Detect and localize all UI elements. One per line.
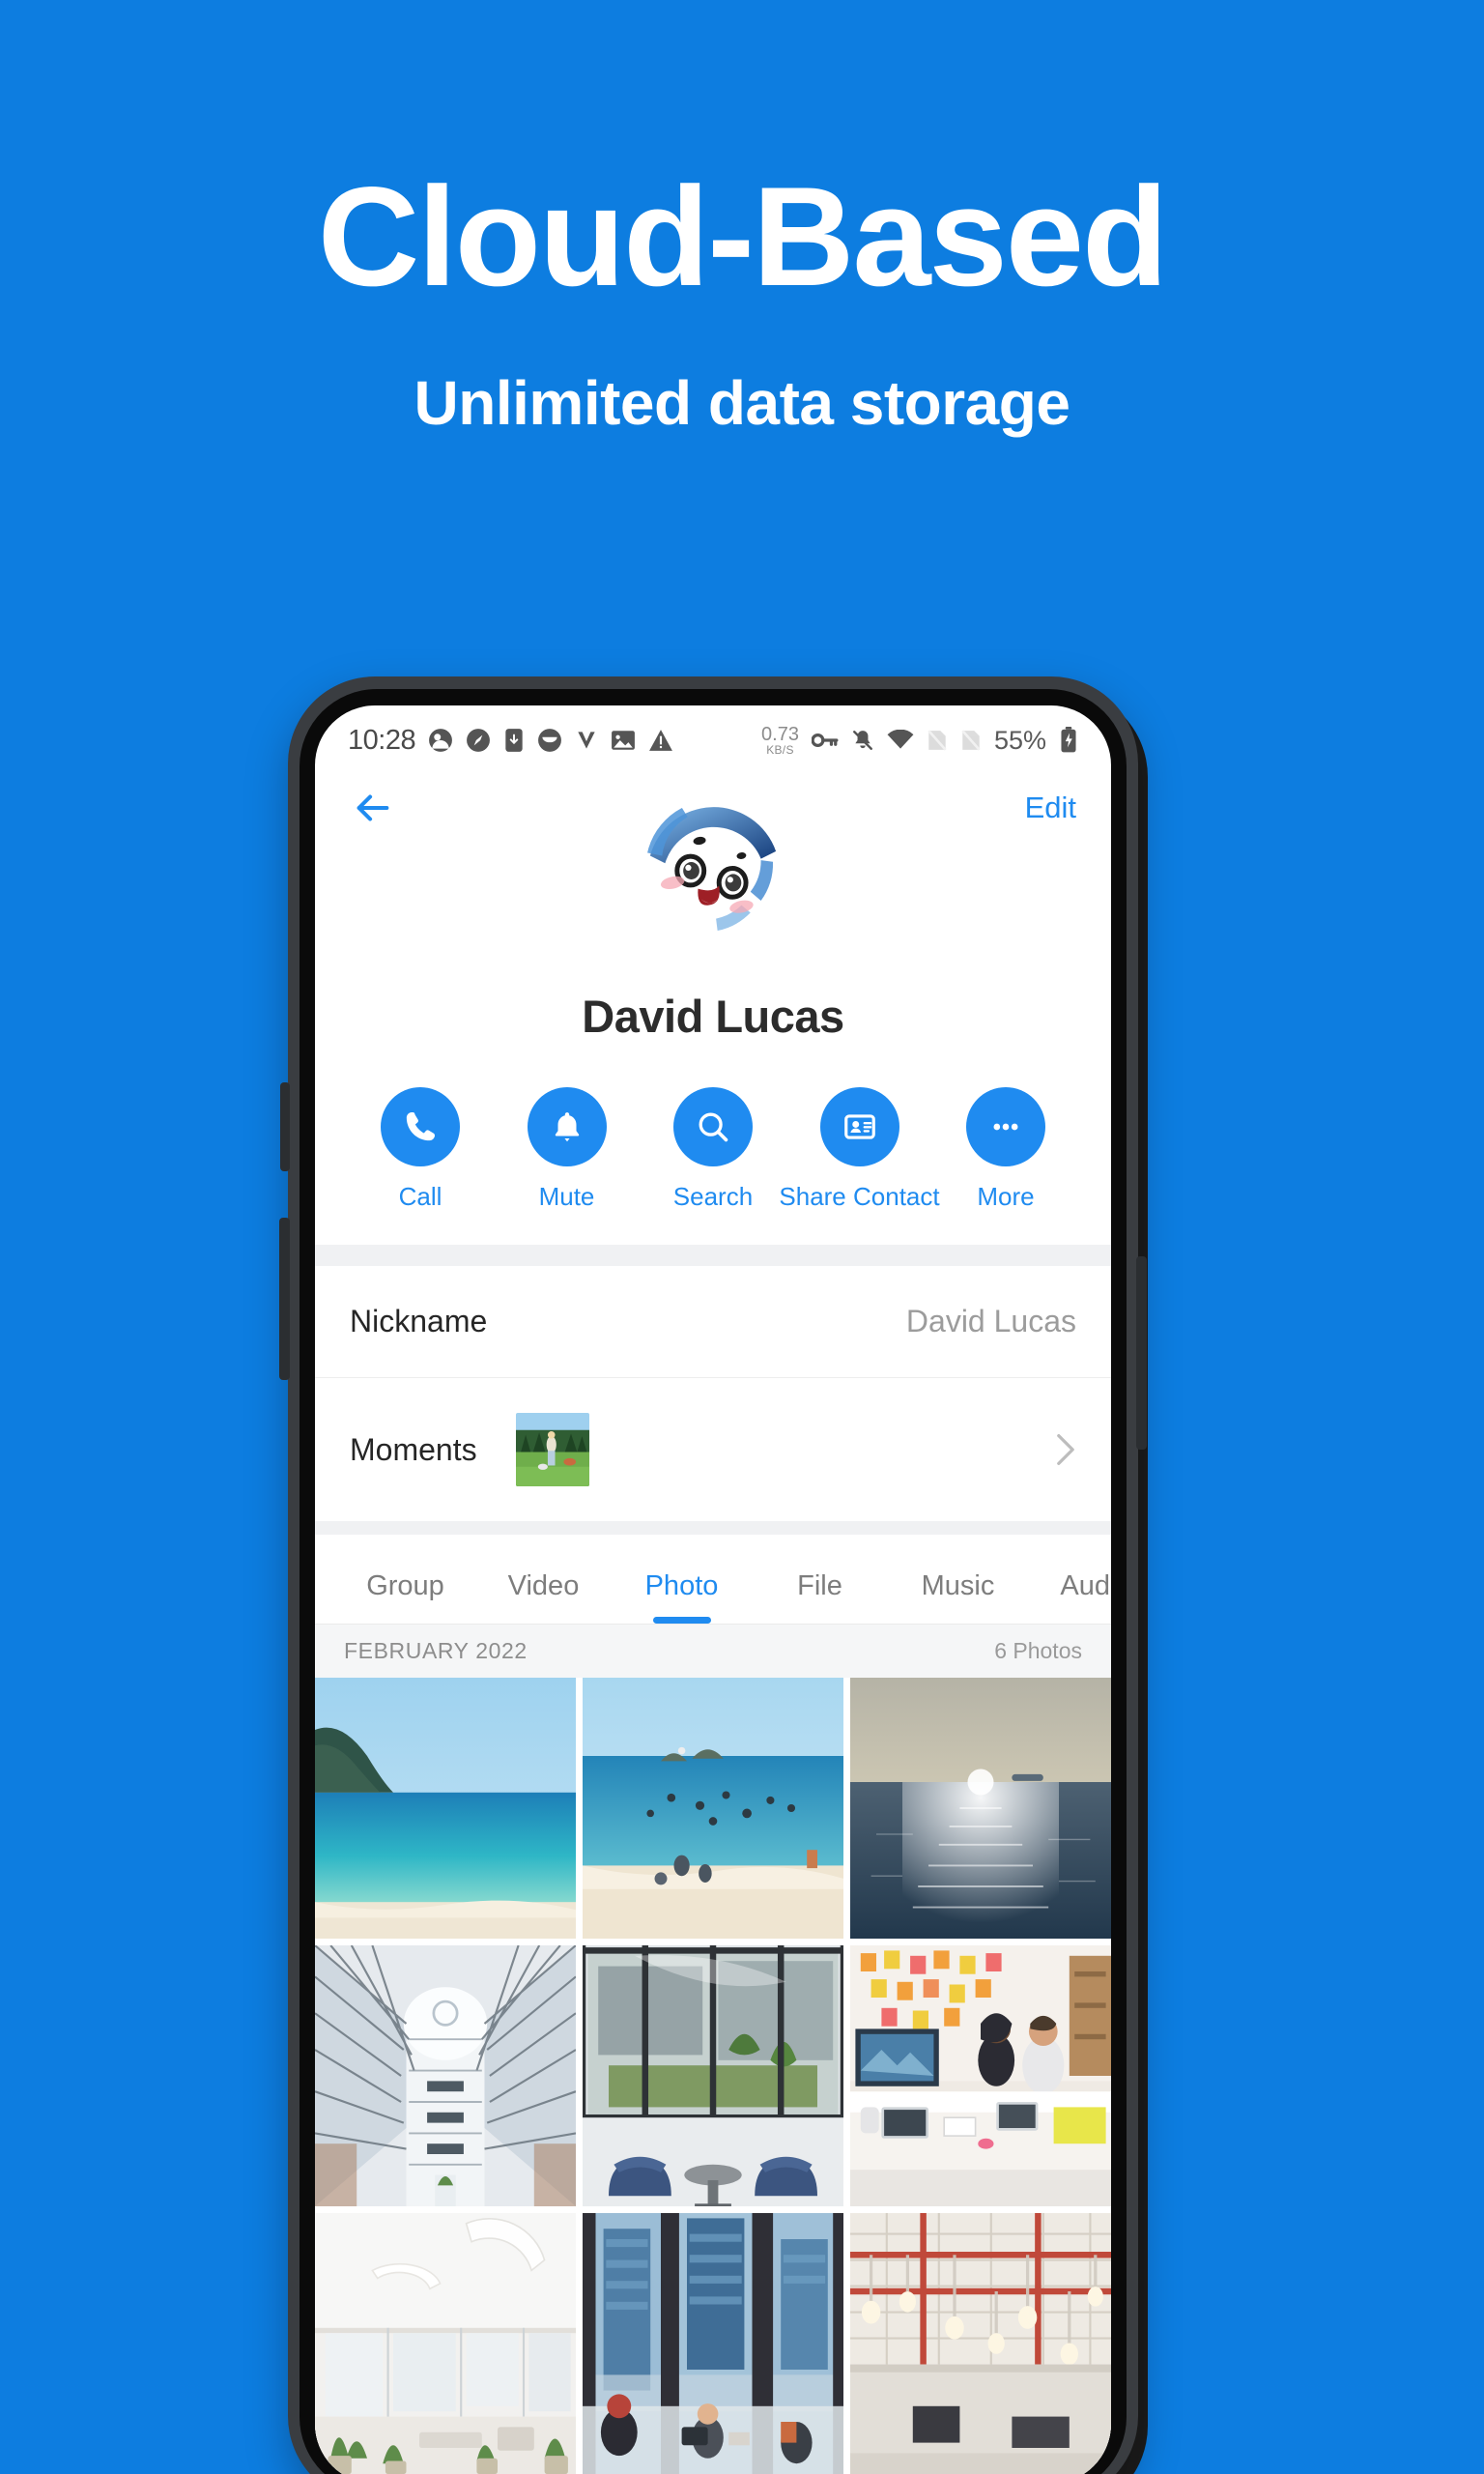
tab-group[interactable]: Group bbox=[336, 1570, 474, 1624]
action-more[interactable]: More bbox=[933, 1087, 1078, 1212]
row-moments[interactable]: Moments bbox=[315, 1378, 1111, 1521]
phone-mockup: 10:28 0.73 KB/S 55% Edit David Lucas Cal… bbox=[279, 676, 1157, 2474]
photo-cell[interactable] bbox=[315, 1678, 576, 1939]
tab-audio[interactable]: Audio bbox=[1027, 1570, 1111, 1624]
image-icon bbox=[611, 729, 636, 752]
photo-cell[interactable] bbox=[583, 1945, 843, 2206]
app-badge-icon bbox=[428, 728, 453, 753]
status-bar: 10:28 0.73 KB/S 55% bbox=[315, 705, 1111, 762]
row-nickname-label: Nickname bbox=[350, 1304, 488, 1338]
tab-music-label: Music bbox=[921, 1570, 995, 1601]
action-share-contact-label: Share Contact bbox=[779, 1182, 940, 1211]
network-speed-unit: KB/S bbox=[766, 743, 794, 757]
tab-group-label: Group bbox=[366, 1570, 444, 1601]
action-call[interactable]: Call bbox=[348, 1087, 493, 1212]
sim1-off-icon bbox=[927, 729, 948, 752]
page-subtitle: Unlimited data storage bbox=[414, 368, 1070, 438]
v-mark-icon bbox=[575, 728, 598, 753]
phone-volume-button[interactable] bbox=[279, 1218, 290, 1380]
photo-cell[interactable] bbox=[850, 1945, 1111, 2206]
bell-muted-icon bbox=[851, 729, 874, 752]
edit-button[interactable]: Edit bbox=[1025, 791, 1076, 825]
search-icon bbox=[673, 1087, 753, 1166]
action-search-label: Search bbox=[672, 1182, 754, 1211]
row-nickname-value: David Lucas bbox=[905, 1304, 1076, 1338]
bell-icon bbox=[527, 1087, 607, 1166]
photo-section-header: FEBRUARY 2022 6 Photos bbox=[315, 1624, 1111, 1678]
tab-music[interactable]: Music bbox=[889, 1570, 1027, 1624]
photo-count-label: 6 Photos bbox=[994, 1638, 1082, 1663]
promo-header: Cloud-Based Unlimited data storage bbox=[0, 0, 1484, 439]
phone-download-icon bbox=[503, 728, 525, 753]
phone-screen: 10:28 0.73 KB/S 55% Edit David Lucas Cal… bbox=[315, 705, 1111, 2474]
action-more-label: More bbox=[977, 1182, 1035, 1211]
photo-cell[interactable] bbox=[583, 2213, 843, 2474]
network-speed-value: 0.73 bbox=[761, 724, 799, 745]
photo-cell[interactable] bbox=[850, 2213, 1111, 2474]
tab-file[interactable]: File bbox=[751, 1570, 889, 1624]
phone-power-button[interactable] bbox=[1136, 1256, 1147, 1450]
action-mute[interactable]: Mute bbox=[495, 1087, 640, 1212]
tab-strip[interactable]: Group Video Photo File Music Audio bbox=[315, 1535, 1111, 1624]
photo-cell[interactable] bbox=[583, 1678, 843, 1939]
sim2-off-icon bbox=[960, 729, 982, 752]
photo-cell[interactable] bbox=[315, 1945, 576, 2206]
page-title: Cloud-Based bbox=[317, 158, 1168, 315]
action-search[interactable]: Search bbox=[641, 1087, 785, 1212]
tab-video-label: Video bbox=[507, 1570, 580, 1601]
arrow-left-icon[interactable] bbox=[350, 786, 394, 830]
phone-mute-switch[interactable] bbox=[280, 1082, 290, 1171]
wifi-icon bbox=[887, 730, 914, 751]
action-mute-label: Mute bbox=[538, 1182, 595, 1211]
moments-thumbnail[interactable] bbox=[515, 1413, 589, 1486]
network-speed-indicator: 0.73 KB/S bbox=[761, 725, 799, 756]
battery-percent-label: 55% bbox=[993, 725, 1046, 755]
battery-charging-icon bbox=[1059, 727, 1078, 754]
photo-cell[interactable] bbox=[315, 2213, 576, 2474]
status-time: 10:28 bbox=[348, 724, 416, 756]
vpn-key-icon bbox=[811, 730, 839, 751]
media-tabs: Group Video Photo File Music Audio bbox=[315, 1521, 1111, 1624]
row-nickname[interactable]: Nickname David Lucas bbox=[315, 1266, 1111, 1378]
photo-month-label: FEBRUARY 2022 bbox=[344, 1638, 528, 1663]
tab-audio-label: Audio bbox=[1060, 1570, 1111, 1601]
tab-active-underline bbox=[652, 1617, 711, 1624]
action-share-contact[interactable]: Share Contact bbox=[779, 1087, 940, 1212]
warning-triangle-icon bbox=[648, 729, 673, 752]
photo-cell[interactable] bbox=[850, 1678, 1111, 1939]
action-call-label: Call bbox=[398, 1182, 442, 1211]
chevron-right-icon bbox=[1055, 1432, 1076, 1467]
tab-photo[interactable]: Photo bbox=[613, 1570, 751, 1624]
tab-video[interactable]: Video bbox=[474, 1570, 613, 1624]
row-moments-label: Moments bbox=[350, 1431, 477, 1467]
photo-grid bbox=[315, 1678, 1111, 2474]
phone-frame: 10:28 0.73 KB/S 55% Edit David Lucas Cal… bbox=[279, 676, 1147, 2474]
contact-card-icon bbox=[819, 1087, 899, 1166]
compass-icon bbox=[466, 728, 491, 753]
profile-header: David Lucas bbox=[315, 800, 1111, 1043]
ellipsis-icon bbox=[966, 1087, 1045, 1166]
app-navbar: Edit bbox=[315, 762, 1111, 854]
profile-name: David Lucas bbox=[582, 991, 844, 1042]
phone-icon bbox=[381, 1087, 460, 1166]
tab-photo-label: Photo bbox=[644, 1570, 719, 1601]
tab-file-label: File bbox=[797, 1570, 842, 1601]
action-buttons-row: Call Mute Search Share Contact More bbox=[315, 1043, 1111, 1245]
section-divider bbox=[315, 1245, 1111, 1266]
moon-circle-icon bbox=[537, 728, 562, 753]
